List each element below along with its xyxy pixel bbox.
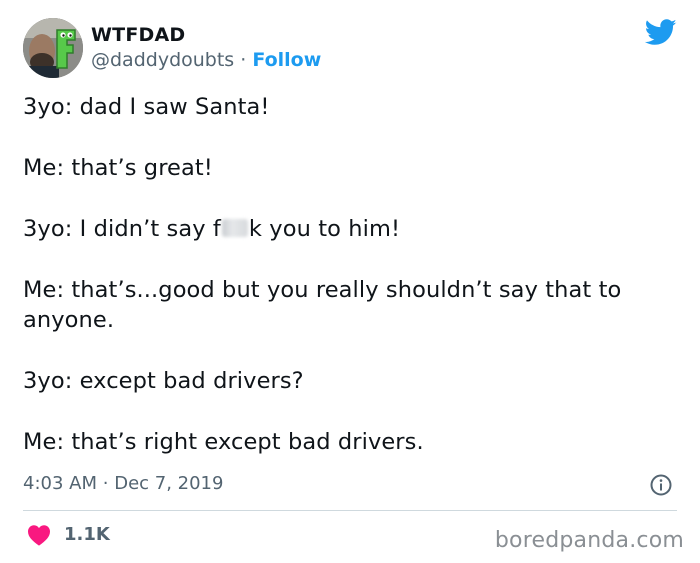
avatar-image (23, 18, 83, 78)
tweet-line: 3yo: dad I saw Santa! (23, 94, 270, 120)
handle-separator: · (240, 49, 247, 71)
handle-row: @daddydoubts · Follow (91, 47, 321, 73)
avatar[interactable] (23, 18, 83, 78)
tweet-date: Dec 7, 2019 (114, 473, 224, 494)
heart-icon (28, 525, 50, 546)
user-handle[interactable]: @daddydoubts (91, 49, 234, 71)
tweet-time: 4:03 AM (23, 473, 97, 494)
display-name[interactable]: WTFDAD (91, 23, 321, 47)
censored-suffix: k you to him! (248, 216, 401, 242)
divider (23, 510, 677, 511)
tweet-line: Me: that’s great! (23, 155, 213, 181)
censored-prefix: 3yo: I didn’t say f (23, 216, 221, 242)
twitter-bird-icon[interactable] (645, 19, 677, 46)
censor-blur (221, 219, 248, 237)
watermark: boredpanda.com (494, 528, 684, 553)
tweet-line: Me: that’s right except bad drivers. (23, 429, 424, 455)
like-button[interactable]: 1.1K (27, 522, 110, 548)
follow-button[interactable]: Follow (252, 49, 321, 71)
tweet-timestamp[interactable]: 4:03 AM · Dec 7, 2019 (23, 471, 223, 497)
meta-separator: · (102, 473, 109, 494)
tweet-header: WTFDAD @daddydoubts · Follow (23, 17, 321, 79)
like-count: 1.1K (64, 524, 110, 545)
tweet-line: Me: that’s...good but you really shouldn… (23, 277, 622, 333)
user-info: WTFDAD @daddydoubts · Follow (91, 23, 321, 73)
tweet-text: 3yo: dad I saw Santa! Me: that’s great! … (23, 92, 673, 488)
tweet-line: 3yo: except bad drivers? (23, 368, 304, 394)
info-circle-icon[interactable] (649, 473, 673, 497)
tweet-line-censored: 3yo: I didn’t say f k you to him! (23, 214, 673, 244)
tweet-card: WTFDAD @daddydoubts · Follow 3yo: dad I … (0, 0, 700, 563)
